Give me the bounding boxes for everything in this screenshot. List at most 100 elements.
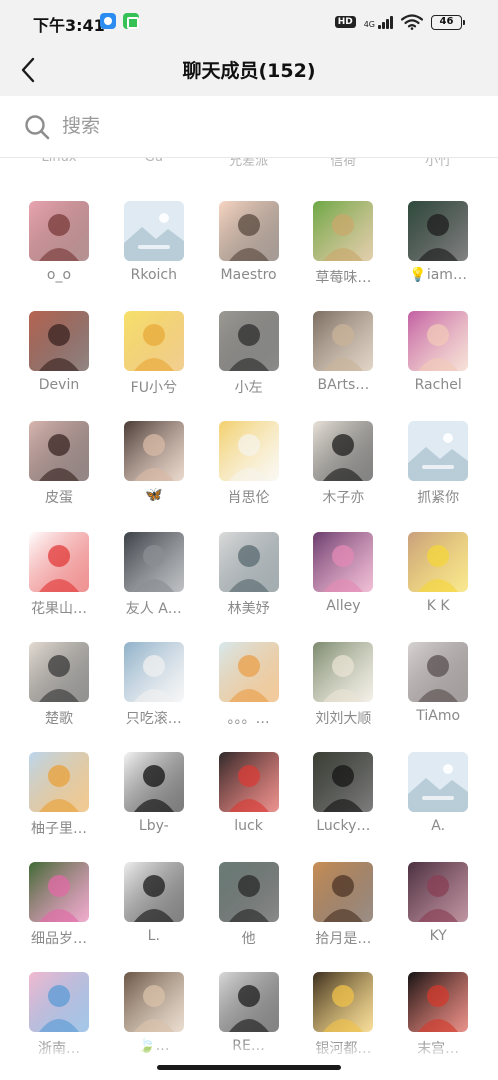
avatar (29, 752, 89, 812)
member-item[interactable]: L. (107, 862, 201, 962)
member-item[interactable]: 拾月是… (296, 862, 390, 962)
member-name: luck (234, 818, 263, 834)
avatar (313, 201, 374, 261)
member-item[interactable]: Devin (12, 311, 106, 411)
navigation-bar: 聊天成员(152) (0, 44, 498, 96)
member-name: o_o (46, 267, 72, 283)
app-notification-blue-icon (100, 13, 116, 29)
member-item[interactable]: 🦋 (107, 421, 201, 521)
app-notification-green-icon (123, 13, 139, 29)
member-item[interactable]: o_o (12, 201, 106, 301)
member-item[interactable]: Lucky… (296, 752, 390, 852)
member-item[interactable]: Alley (296, 531, 390, 632)
avatar (218, 311, 279, 372)
avatar (123, 531, 184, 592)
status-bar: 下午3:41 HD 4G 46 (0, 0, 498, 44)
avatar (29, 862, 89, 923)
search-bar[interactable] (0, 96, 498, 158)
member-item[interactable]: FU小兮 (107, 311, 201, 411)
avatar (29, 641, 89, 702)
member-name: Devin (38, 377, 80, 394)
member-item[interactable]: Rkoich (107, 201, 201, 301)
member-item[interactable]: 刘刘大顺 (296, 641, 390, 742)
member-item[interactable]: TiAmo (391, 641, 485, 742)
member-item[interactable]: 林美妤 (202, 531, 296, 632)
member-item[interactable]: 友人 A… (107, 531, 201, 632)
member-item[interactable]: A. (391, 752, 485, 852)
avatar (29, 972, 89, 1033)
avatar (123, 752, 184, 812)
page-title: 聊天成员(152) (182, 60, 316, 82)
avatar (123, 421, 184, 482)
avatar (218, 972, 279, 1033)
avatar (123, 972, 184, 1033)
member-item[interactable]: Rachel (391, 311, 485, 411)
member-item[interactable]: 木子亦 (296, 421, 390, 521)
member-name: 。。。… (227, 710, 270, 727)
network-type-label: 4G (363, 20, 375, 29)
home-indicator[interactable] (157, 1065, 341, 1070)
avatar (408, 972, 469, 1033)
avatar (123, 311, 184, 372)
member-name: FU小兮 (130, 380, 177, 397)
avatar (29, 201, 89, 261)
battery-level: 46 (439, 15, 454, 27)
member-item[interactable]: 草莓味… (296, 201, 390, 301)
member-name: 柚子里… (31, 821, 87, 837)
member-name: 草莓味… (315, 270, 372, 286)
status-time: 下午3:41 (33, 16, 105, 35)
member-name: 木子亦 (322, 490, 365, 507)
avatar (408, 311, 469, 372)
member-item[interactable]: K K (391, 531, 485, 632)
member-item[interactable]: 花果山… (12, 531, 106, 632)
member-name: Rkoich (130, 267, 177, 283)
battery-icon: 46 (431, 14, 465, 30)
avatar (313, 421, 374, 482)
avatar (218, 641, 279, 702)
status-indicators: HD 4G 46 (334, 12, 465, 32)
member-item[interactable]: 柚子里… (12, 752, 106, 852)
clipped-member-name: 允差派 (229, 158, 269, 169)
member-name: 他 (241, 931, 256, 948)
avatar (218, 531, 279, 592)
member-item[interactable]: Lby- (107, 752, 201, 852)
member-item[interactable]: 抓紧你 (391, 421, 485, 521)
member-item[interactable]: 小左 (202, 311, 296, 411)
member-name: 细品岁… (31, 931, 87, 948)
member-item[interactable]: 他 (202, 862, 296, 962)
avatar (218, 752, 279, 812)
avatar (218, 421, 279, 482)
member-name: 🦋 (145, 487, 163, 504)
avatar (218, 862, 279, 923)
clipped-member-names: LinuxGu 允差派 信荷 小竹 (0, 158, 498, 176)
member-item[interactable]: 只吃滚… (107, 641, 201, 742)
member-item[interactable]: KY (391, 862, 485, 962)
wifi-icon (401, 14, 423, 30)
member-name: BArts… (317, 377, 370, 394)
member-name: 小左 (234, 380, 263, 397)
search-input[interactable] (62, 110, 462, 142)
member-item[interactable]: 细品岁… (12, 862, 106, 962)
avatar (313, 972, 374, 1033)
cellular-signal-icon: 4G (364, 15, 393, 29)
member-item[interactable]: BArts… (296, 311, 390, 411)
avatar (29, 531, 89, 592)
member-item[interactable]: 💡iam… (391, 201, 485, 301)
member-name: 肖思伦 (227, 490, 270, 507)
member-item[interactable]: luck (202, 752, 296, 852)
member-name: 拾月是… (315, 931, 372, 948)
member-name: Alley (326, 597, 361, 614)
member-name: Maestro (220, 267, 277, 283)
avatar (408, 201, 469, 261)
member-item[interactable]: 皮蛋 (12, 421, 106, 521)
member-name: KY (429, 928, 447, 945)
member-item[interactable]: Maestro (202, 201, 296, 301)
clipped-member-name: 小竹 (425, 158, 452, 169)
member-item[interactable]: 肖思伦 (202, 421, 296, 521)
avatar (313, 311, 374, 372)
member-item[interactable]: 楚歌 (12, 641, 106, 742)
member-name: 楚歌 (45, 710, 73, 727)
member-name: Rachel (414, 377, 462, 394)
member-item[interactable]: 。。。… (202, 641, 296, 742)
clipped-member-name: Gu (107, 158, 201, 165)
